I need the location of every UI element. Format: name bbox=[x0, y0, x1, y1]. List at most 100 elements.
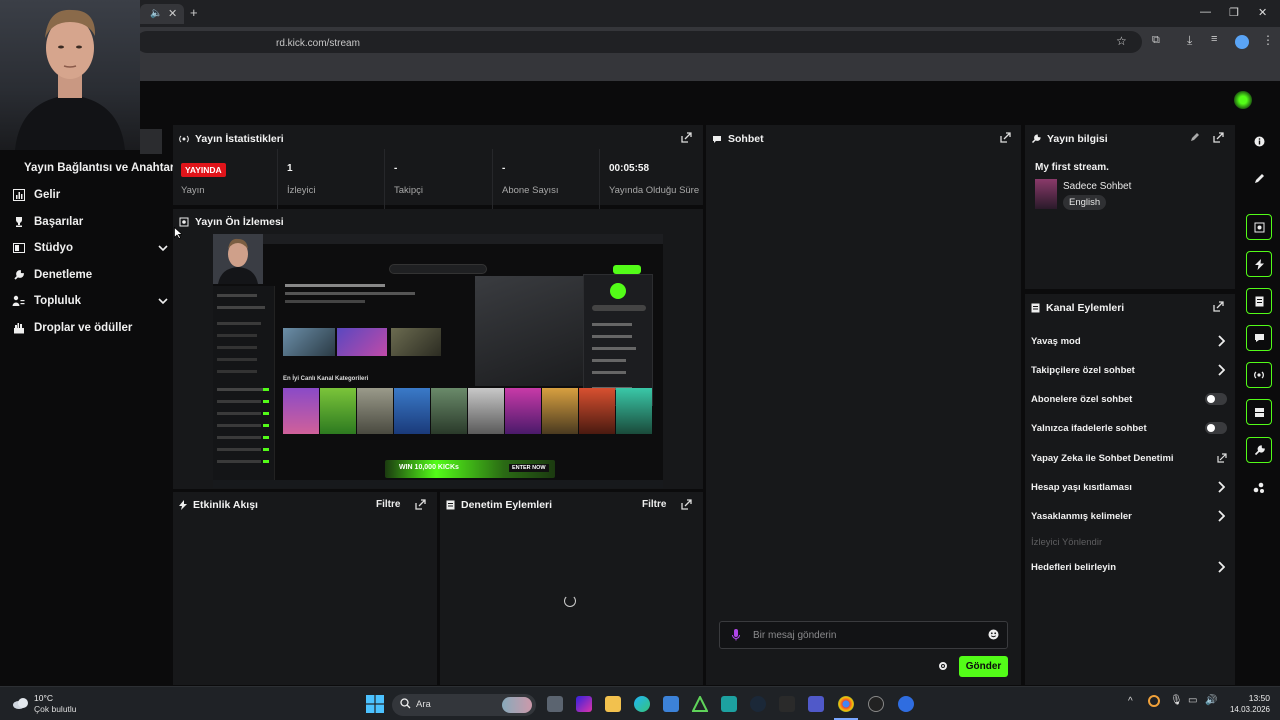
moderation-panel: Denetim Eylemleri Filtre bbox=[440, 492, 703, 685]
emote-only-toggle[interactable] bbox=[1205, 422, 1227, 434]
chevron-right-icon[interactable] bbox=[1217, 335, 1225, 347]
file-explorer-icon[interactable] bbox=[605, 696, 621, 712]
action-account-age[interactable]: Hesap yaşı kısıtlaması bbox=[1031, 482, 1132, 493]
external-link-icon[interactable] bbox=[1217, 453, 1227, 463]
info-icon[interactable] bbox=[1246, 128, 1272, 154]
sidebar-item-droplar[interactable]: Droplar ve ödüller bbox=[12, 318, 132, 338]
action-followers-only[interactable]: Takipçilere özel sohbet bbox=[1031, 365, 1135, 376]
clock-time[interactable]: 13:50 bbox=[1232, 693, 1270, 703]
maximize-icon[interactable]: ❐ bbox=[1229, 6, 1239, 19]
document-toggle-icon[interactable] bbox=[1246, 288, 1272, 314]
audio-icon[interactable]: 🔈 bbox=[150, 8, 162, 19]
loading-spinner bbox=[564, 595, 576, 607]
stat-izleyici: 1 İzleyici bbox=[279, 149, 385, 211]
minimize-icon[interactable]: — bbox=[1200, 6, 1211, 18]
teams-icon[interactable] bbox=[808, 696, 824, 712]
stat-sure: 00:05:58 Yayında Olduğu Süre bbox=[601, 149, 701, 211]
person-image bbox=[15, 9, 125, 150]
popout-icon[interactable] bbox=[681, 499, 692, 510]
task-view-icon[interactable] bbox=[547, 696, 563, 712]
reading-list-icon[interactable]: ≡ bbox=[1211, 33, 1217, 45]
preview-toggle-icon[interactable] bbox=[1246, 214, 1272, 240]
popout-icon[interactable] bbox=[1000, 132, 1011, 143]
microsoft-store-icon[interactable] bbox=[663, 696, 679, 712]
sidebar-item-studyo[interactable]: Stüdyo bbox=[12, 238, 168, 258]
app-teal-icon[interactable] bbox=[721, 696, 737, 712]
edge-browser-icon[interactable] bbox=[634, 696, 650, 712]
add-widget-icon[interactable] bbox=[1246, 475, 1272, 501]
stream-info-header: Yayın bilgisi bbox=[1031, 133, 1108, 145]
wrench-toggle-icon[interactable] bbox=[1246, 437, 1272, 463]
windows-start-icon[interactable] bbox=[366, 695, 384, 713]
sidebar-item-basarilar[interactable]: Başarılar bbox=[12, 212, 83, 232]
moderation-filter-button[interactable]: Filtre bbox=[642, 499, 666, 510]
channel-actions-header: Kanal Eylemleri bbox=[1031, 302, 1124, 314]
popout-icon[interactable] bbox=[681, 132, 692, 143]
channel-actions-title: Kanal Eylemleri bbox=[1046, 302, 1125, 314]
bookmark-star-icon[interactable]: ☆ bbox=[1116, 34, 1127, 48]
download-icon[interactable]: ⤓ bbox=[1187, 33, 1192, 48]
tab-close-icon[interactable]: ✕ bbox=[168, 7, 177, 20]
action-banned-words[interactable]: Yasaklanmış kelimeler bbox=[1031, 511, 1132, 522]
clock-date[interactable]: 14.03.2026 bbox=[1222, 705, 1270, 714]
subscribers-only-toggle[interactable] bbox=[1205, 393, 1227, 405]
widgets-icon[interactable] bbox=[576, 696, 592, 712]
network-icon[interactable]: ▭ bbox=[1188, 695, 1197, 706]
tray-app-icon[interactable] bbox=[1148, 695, 1160, 707]
chevron-right-icon[interactable] bbox=[1217, 364, 1225, 376]
weather-cloud-icon[interactable] bbox=[12, 696, 30, 710]
epic-games-icon[interactable] bbox=[779, 696, 795, 712]
popout-icon[interactable] bbox=[1213, 132, 1224, 143]
chevron-down-icon[interactable] bbox=[158, 296, 168, 306]
popout-icon[interactable] bbox=[415, 499, 426, 510]
url-field[interactable]: rd.kick.com/stream ☆ bbox=[136, 31, 1142, 53]
ea-app-icon[interactable] bbox=[898, 696, 914, 712]
language-tag: English bbox=[1063, 195, 1107, 210]
chat-settings-gear-icon[interactable] bbox=[938, 661, 948, 671]
edit-icon[interactable] bbox=[1246, 165, 1272, 191]
sidebar-item-denetleme[interactable]: Denetleme bbox=[12, 265, 92, 285]
microphone-tray-icon[interactable]: 🎙 bbox=[1170, 695, 1183, 706]
user-avatar[interactable] bbox=[1234, 91, 1252, 109]
stream-preview-video[interactable]: En İyi Canlı Kanal Kategorileri WIN 10,0… bbox=[213, 234, 663, 488]
microphone-icon[interactable] bbox=[732, 629, 740, 641]
close-icon[interactable]: ✕ bbox=[1258, 6, 1267, 19]
chat-input[interactable]: Bir mesaj gönderin bbox=[719, 621, 1008, 649]
preview-section-title: En İyi Canlı Kanal Kategorileri bbox=[283, 376, 369, 382]
steam-icon[interactable] bbox=[750, 696, 766, 712]
profile-avatar[interactable] bbox=[1235, 35, 1249, 49]
url-text: rd.kick.com/stream bbox=[276, 38, 360, 49]
chevron-right-icon[interactable] bbox=[1217, 481, 1225, 493]
stats-header: Yayın İstatistikleri bbox=[179, 133, 284, 145]
volume-icon[interactable]: 🔊 bbox=[1205, 695, 1217, 706]
stats-panel: Yayın İstatistikleri YAYINDA Yayın 1 İzl… bbox=[173, 125, 703, 211]
extensions-icon[interactable]: ⧉ bbox=[1152, 34, 1160, 47]
layout-toggle-icon[interactable] bbox=[1246, 399, 1272, 425]
chat-title: Sohbet bbox=[728, 133, 764, 145]
chrome-icon[interactable] bbox=[838, 696, 854, 712]
menu-kebab-icon[interactable]: ⋮ bbox=[1262, 33, 1274, 47]
action-set-goals[interactable]: Hedefleri belirleyin bbox=[1031, 562, 1116, 573]
activity-filter-button[interactable]: Filtre bbox=[376, 499, 400, 510]
chevron-right-icon[interactable] bbox=[1217, 510, 1225, 522]
new-tab-icon[interactable]: + bbox=[190, 5, 198, 20]
popout-icon[interactable] bbox=[1213, 301, 1224, 312]
broadcast-toggle-icon[interactable] bbox=[1246, 362, 1272, 388]
chevron-right-icon[interactable] bbox=[1217, 561, 1225, 573]
lightning-toggle-icon[interactable] bbox=[1246, 251, 1272, 277]
action-ai-moderation[interactable]: Yapay Zeka ile Sohbet Denetimi bbox=[1031, 453, 1174, 464]
obs-icon[interactable] bbox=[868, 696, 884, 712]
send-button[interactable]: Gönder bbox=[959, 656, 1008, 677]
action-slow-mode[interactable]: Yavaş mod bbox=[1031, 336, 1081, 347]
edit-pencil-icon[interactable] bbox=[1190, 132, 1200, 142]
browser-tab[interactable]: 🔈 ✕ bbox=[140, 4, 184, 24]
sidebar-item-gelir[interactable]: Gelir bbox=[12, 185, 60, 205]
app-triangle-icon[interactable] bbox=[692, 696, 708, 712]
sidebar-item-topluluk[interactable]: Topluluk bbox=[12, 291, 168, 311]
sidebar-header-stream-key[interactable]: Yayın Bağlantısı ve Anahtarı bbox=[24, 162, 178, 174]
emoji-icon[interactable] bbox=[988, 629, 999, 640]
chevron-down-icon[interactable] bbox=[158, 243, 168, 253]
taskbar-search[interactable]: Ara bbox=[392, 694, 536, 716]
chat-toggle-icon[interactable] bbox=[1246, 325, 1272, 351]
tray-overflow-icon[interactable]: ^ bbox=[1128, 696, 1133, 707]
